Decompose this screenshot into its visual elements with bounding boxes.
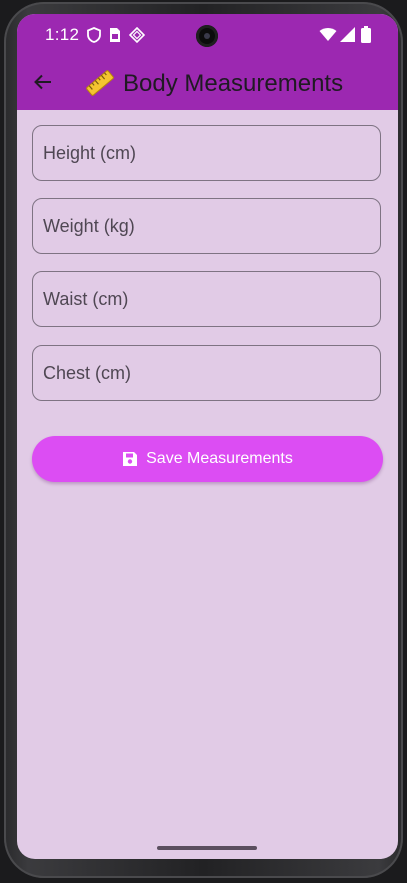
status-bar: 1:12 (17, 14, 398, 58)
wifi-icon (319, 27, 337, 47)
ruler-icon (85, 68, 115, 98)
sim-card-icon (109, 27, 121, 48)
screen: 1:12 Body Measurements Height (cm) Weigh… (17, 14, 398, 859)
save-button-label: Save Measurements (146, 450, 293, 467)
shield-icon (87, 27, 101, 48)
app-bar: Body Measurements (17, 58, 398, 110)
arrow-left-icon (34, 74, 52, 95)
battery-icon (361, 26, 371, 48)
page-title: Body Measurements (123, 70, 344, 97)
weight-field[interactable] (32, 198, 381, 254)
status-time: 1:12 (45, 25, 80, 44)
waist-field[interactable] (32, 271, 381, 327)
chest-field[interactable] (32, 345, 381, 401)
signal-icon (340, 27, 355, 47)
chest-input[interactable] (33, 346, 380, 400)
front-camera (196, 25, 218, 47)
height-input[interactable] (33, 126, 380, 180)
save-measurements-button[interactable]: Save Measurements (32, 436, 383, 482)
weight-input[interactable] (33, 199, 380, 253)
height-field[interactable] (32, 125, 381, 181)
back-button[interactable] (29, 70, 57, 98)
diamond-icon (128, 26, 146, 48)
home-indicator[interactable] (157, 846, 257, 850)
save-icon (122, 451, 138, 467)
waist-input[interactable] (33, 272, 380, 326)
